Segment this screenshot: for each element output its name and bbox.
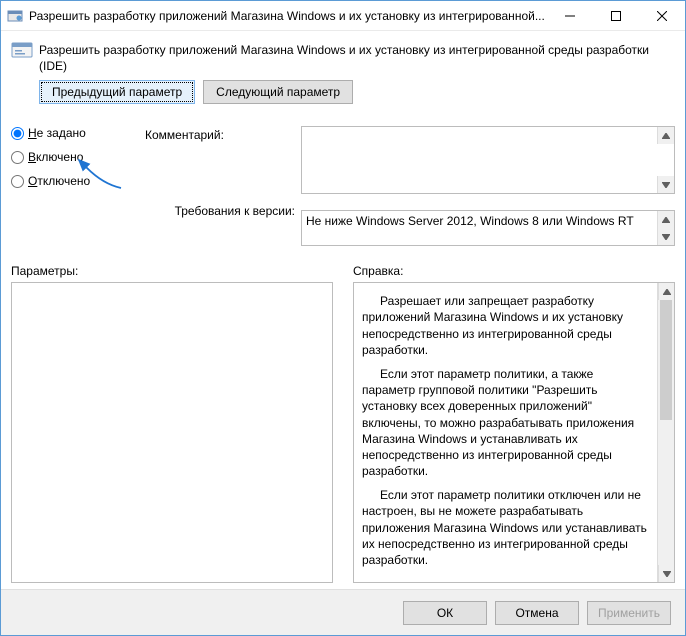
apply-button[interactable]: Применить [587,601,671,625]
requirements-box: Не ниже Windows Server 2012, Windows 8 и… [301,210,675,246]
scroll-down-button[interactable] [658,565,674,582]
policy-editor-window: Разрешить разработку приложений Магазина… [0,0,686,636]
window-title: Разрешить разработку приложений Магазина… [29,9,547,23]
dialog-footer: ОК Отмена Применить [1,589,685,635]
help-paragraph: Если этот параметр политики, а также пар… [362,366,649,479]
app-icon [7,8,23,24]
scroll-up-button[interactable] [658,283,674,300]
help-paragraph: Разрешает или запрещает разработку прило… [362,293,649,358]
titlebar: Разрешить разработку приложений Магазина… [1,1,685,31]
next-setting-button[interactable]: Следующий параметр [203,80,353,104]
scroll-up-button[interactable] [657,211,674,228]
radio-enabled-input[interactable] [11,151,24,164]
window-controls [547,1,685,30]
cancel-button[interactable]: Отмена [495,601,579,625]
panes: Разрешает или запрещает разработку прило… [11,282,675,583]
policy-icon [11,39,33,61]
radio-enabled[interactable]: Включено [11,150,139,164]
requirements-label: Требования к версии: [145,202,295,218]
help-pane: Разрешает или запрещает разработку прило… [353,282,675,583]
requirements-value: Не ниже Windows Server 2012, Windows 8 и… [306,214,634,228]
state-radio-group: Не задано Включено Отключено [11,126,139,194]
scroll-up-button[interactable] [657,127,674,144]
help-content: Разрешает или запрещает разработку прило… [354,283,657,582]
radio-not-configured[interactable]: Не задано [11,126,139,140]
radio-disabled-label: Отключено [28,174,90,188]
help-scrollbar[interactable] [657,283,674,582]
content-area: Разрешить разработку приложений Магазина… [1,31,685,589]
scroll-down-button[interactable] [657,228,674,245]
scroll-down-button[interactable] [657,176,674,193]
help-paragraph: Если этот параметр политики отключен или… [362,487,649,568]
comment-label: Комментарий: [145,126,295,194]
maximize-button[interactable] [593,1,639,30]
ok-button[interactable]: ОК [403,601,487,625]
minimize-button[interactable] [547,1,593,30]
help-label: Справка: [353,264,675,278]
comment-field-col [301,126,675,194]
parameters-content [12,283,315,582]
radio-disabled-input[interactable] [11,175,24,188]
parameters-label: Параметры: [11,264,333,278]
policy-header: Разрешить разработку приложений Магазина… [11,39,675,104]
comment-textarea[interactable] [301,126,675,194]
nav-buttons: Предыдущий параметр Следующий параметр [39,80,675,104]
scrollbar-thumb[interactable] [660,300,672,420]
policy-title: Разрешить разработку приложений Магазина… [39,39,675,74]
mid-area: Не задано Включено Отключено [11,126,675,194]
radio-disabled[interactable]: Отключено [11,174,139,188]
parameters-pane [11,282,333,583]
radio-not-configured-input[interactable] [11,127,24,140]
requirements-row: Требования к версии: Не ниже Windows Ser… [11,202,675,246]
previous-setting-button[interactable]: Предыдущий параметр [39,80,195,104]
lower-labels: Параметры: Справка: [11,264,675,278]
radio-not-configured-label: Не задано [28,126,86,140]
radio-enabled-label: Включено [28,150,83,164]
close-button[interactable] [639,1,685,30]
